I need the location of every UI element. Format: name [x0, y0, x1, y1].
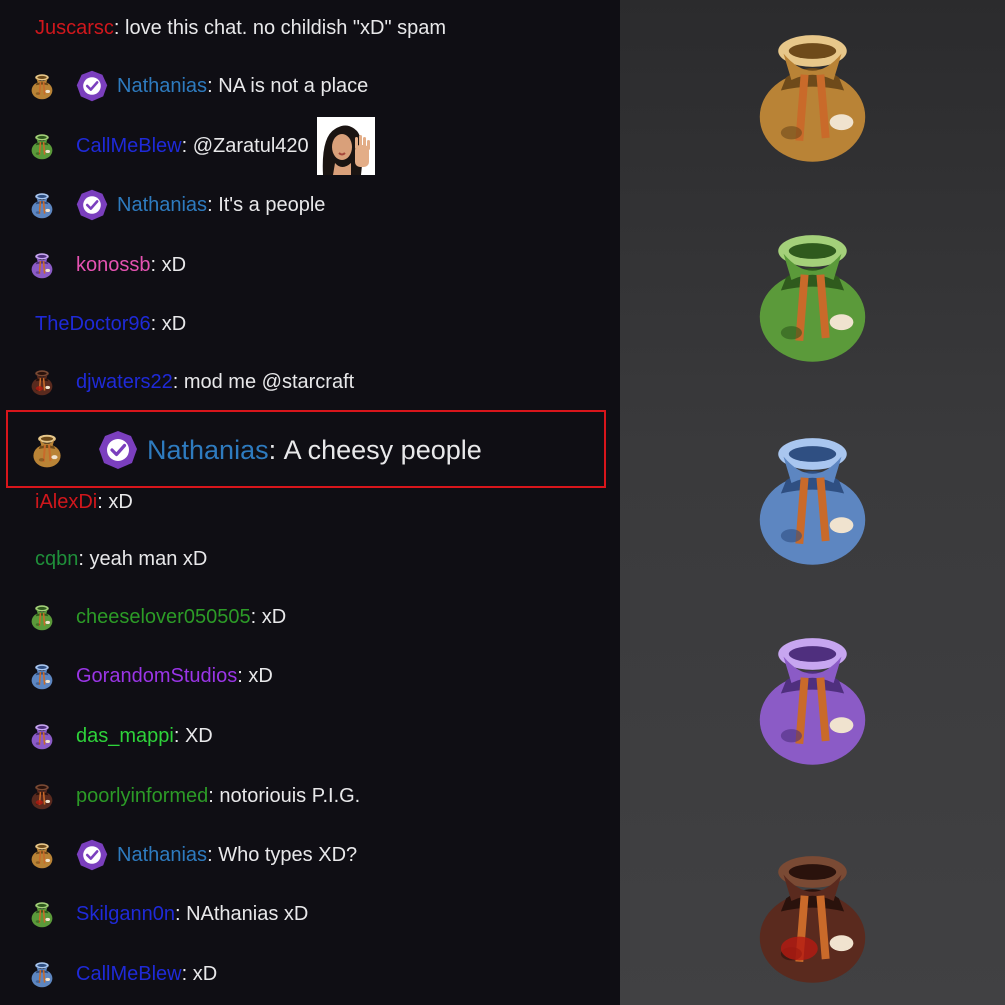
- chat-message: cheeselover050505: xD: [0, 597, 620, 637]
- message-text: xD: [248, 664, 273, 687]
- message-text: mod me @starcraft: [183, 370, 355, 393]
- username[interactable]: konossb: [76, 254, 151, 277]
- red-bag-icon: [29, 366, 55, 398]
- colon: :: [208, 784, 220, 807]
- colon: :: [207, 193, 219, 216]
- verified-badge-icon[interactable]: [76, 839, 108, 871]
- colon: :: [250, 605, 262, 628]
- username[interactable]: cheeselover050505: [76, 606, 251, 629]
- username[interactable]: TheDoctor96: [35, 313, 151, 336]
- message-text: NA is not a place: [218, 74, 369, 97]
- colon: :: [78, 547, 90, 570]
- highlighted-message: Nathanias: A cheesy people: [6, 410, 606, 488]
- colon: :: [113, 16, 126, 39]
- username[interactable]: Nathanias: [147, 435, 269, 466]
- purple-bag-icon: [745, 625, 880, 770]
- username[interactable]: Juscarsc: [35, 17, 114, 40]
- gold-bag-icon: [29, 70, 55, 102]
- chat-message: djwaters22: mod me @starcraft: [0, 362, 620, 402]
- message-text: @Zaratul420: [192, 134, 309, 157]
- blue-bag-icon: [745, 425, 880, 570]
- chat-message: CallMeBlew: @Zaratul420: [0, 117, 620, 175]
- chat-message: konossb: xD: [0, 245, 620, 285]
- red-bag-icon: [29, 780, 55, 812]
- message-text: xD: [161, 312, 187, 335]
- verified-badge-icon[interactable]: [98, 430, 138, 470]
- purple-bag-icon: [29, 720, 55, 752]
- message-text: xD: [192, 962, 218, 985]
- username[interactable]: Nathanias: [117, 75, 207, 98]
- chat-panel: Juscarsc: love this chat. no childish "x…: [0, 0, 620, 1005]
- username[interactable]: iAlexDi: [35, 491, 97, 514]
- blue-bag-icon: [29, 660, 55, 692]
- colon: :: [150, 253, 162, 276]
- username[interactable]: GorandomStudios: [76, 665, 237, 688]
- green-bag-icon: [29, 601, 55, 633]
- colon: :: [207, 843, 219, 866]
- green-bag-icon: [745, 222, 880, 367]
- colon: :: [181, 134, 193, 157]
- colon: :: [97, 490, 109, 513]
- colon: :: [173, 724, 185, 747]
- username[interactable]: CallMeBlew: [76, 135, 182, 158]
- chat-message: iAlexDi: xD: [0, 482, 620, 522]
- message-text: xD: [108, 490, 133, 513]
- gold-bag-icon: [745, 22, 880, 167]
- username[interactable]: djwaters22: [76, 371, 173, 394]
- blue-bag-icon: [29, 189, 55, 221]
- chat-message: Nathanias: It's a people: [0, 185, 620, 225]
- message-text: notoriouis P.I.G.: [219, 784, 361, 807]
- message-text: A cheesy people: [283, 434, 482, 465]
- gold-bag-icon: [30, 430, 64, 470]
- green-bag-icon: [29, 130, 55, 162]
- message-text: Who types XD?: [218, 843, 358, 866]
- chat-message: cqbn: yeah man xD: [0, 539, 620, 579]
- verified-badge-icon[interactable]: [76, 189, 108, 221]
- username[interactable]: Skilgann0n: [76, 903, 175, 926]
- chat-message: CallMeBlew: xD: [0, 954, 620, 994]
- chat-message: Skilgann0n: NAthanias xD: [0, 894, 620, 934]
- chat-message: Juscarsc: love this chat. no childish "x…: [0, 8, 620, 48]
- colon: :: [174, 902, 187, 925]
- colon: :: [150, 312, 162, 335]
- message-text: yeah man xD: [89, 547, 208, 570]
- badge-showcase: [620, 0, 1005, 1005]
- purple-bag-icon: [29, 249, 55, 281]
- message-text: XD: [184, 724, 213, 747]
- colon: :: [268, 434, 284, 465]
- username[interactable]: poorlyinformed: [76, 785, 208, 808]
- colon: :: [172, 370, 184, 393]
- colon: :: [181, 962, 193, 985]
- message-text: xD: [161, 253, 187, 276]
- green-bag-icon: [29, 898, 55, 930]
- username[interactable]: das_mappi: [76, 725, 174, 748]
- verified-badge-icon[interactable]: [76, 70, 108, 102]
- username[interactable]: Nathanias: [117, 844, 207, 867]
- username[interactable]: CallMeBlew: [76, 963, 182, 986]
- blue-bag-icon: [29, 958, 55, 990]
- colon: :: [207, 74, 219, 97]
- waving-woman-emote: [316, 117, 375, 175]
- chat-message: Nathanias: Who types XD?: [0, 835, 620, 875]
- username[interactable]: Nathanias: [117, 194, 207, 217]
- chat-message: GorandomStudios: xD: [0, 656, 620, 696]
- red-bag-icon: [745, 843, 880, 988]
- gold-bag-icon: [29, 839, 55, 871]
- chat-message: TheDoctor96: xD: [0, 304, 620, 344]
- message-text: love this chat. no childish "xD" spam: [125, 16, 447, 39]
- chat-message: das_mappi: XD: [0, 716, 620, 756]
- chat-message: poorlyinformed: notoriouis P.I.G.: [0, 776, 620, 816]
- message-text: It's a people: [218, 193, 326, 216]
- message-text: NAthanias xD: [186, 902, 309, 925]
- message-text: xD: [261, 605, 287, 628]
- username[interactable]: cqbn: [35, 548, 78, 571]
- chat-message: Nathanias: A cheesy people: [8, 428, 606, 472]
- colon: :: [237, 664, 249, 687]
- chat-message: Nathanias: NA is not a place: [0, 66, 620, 106]
